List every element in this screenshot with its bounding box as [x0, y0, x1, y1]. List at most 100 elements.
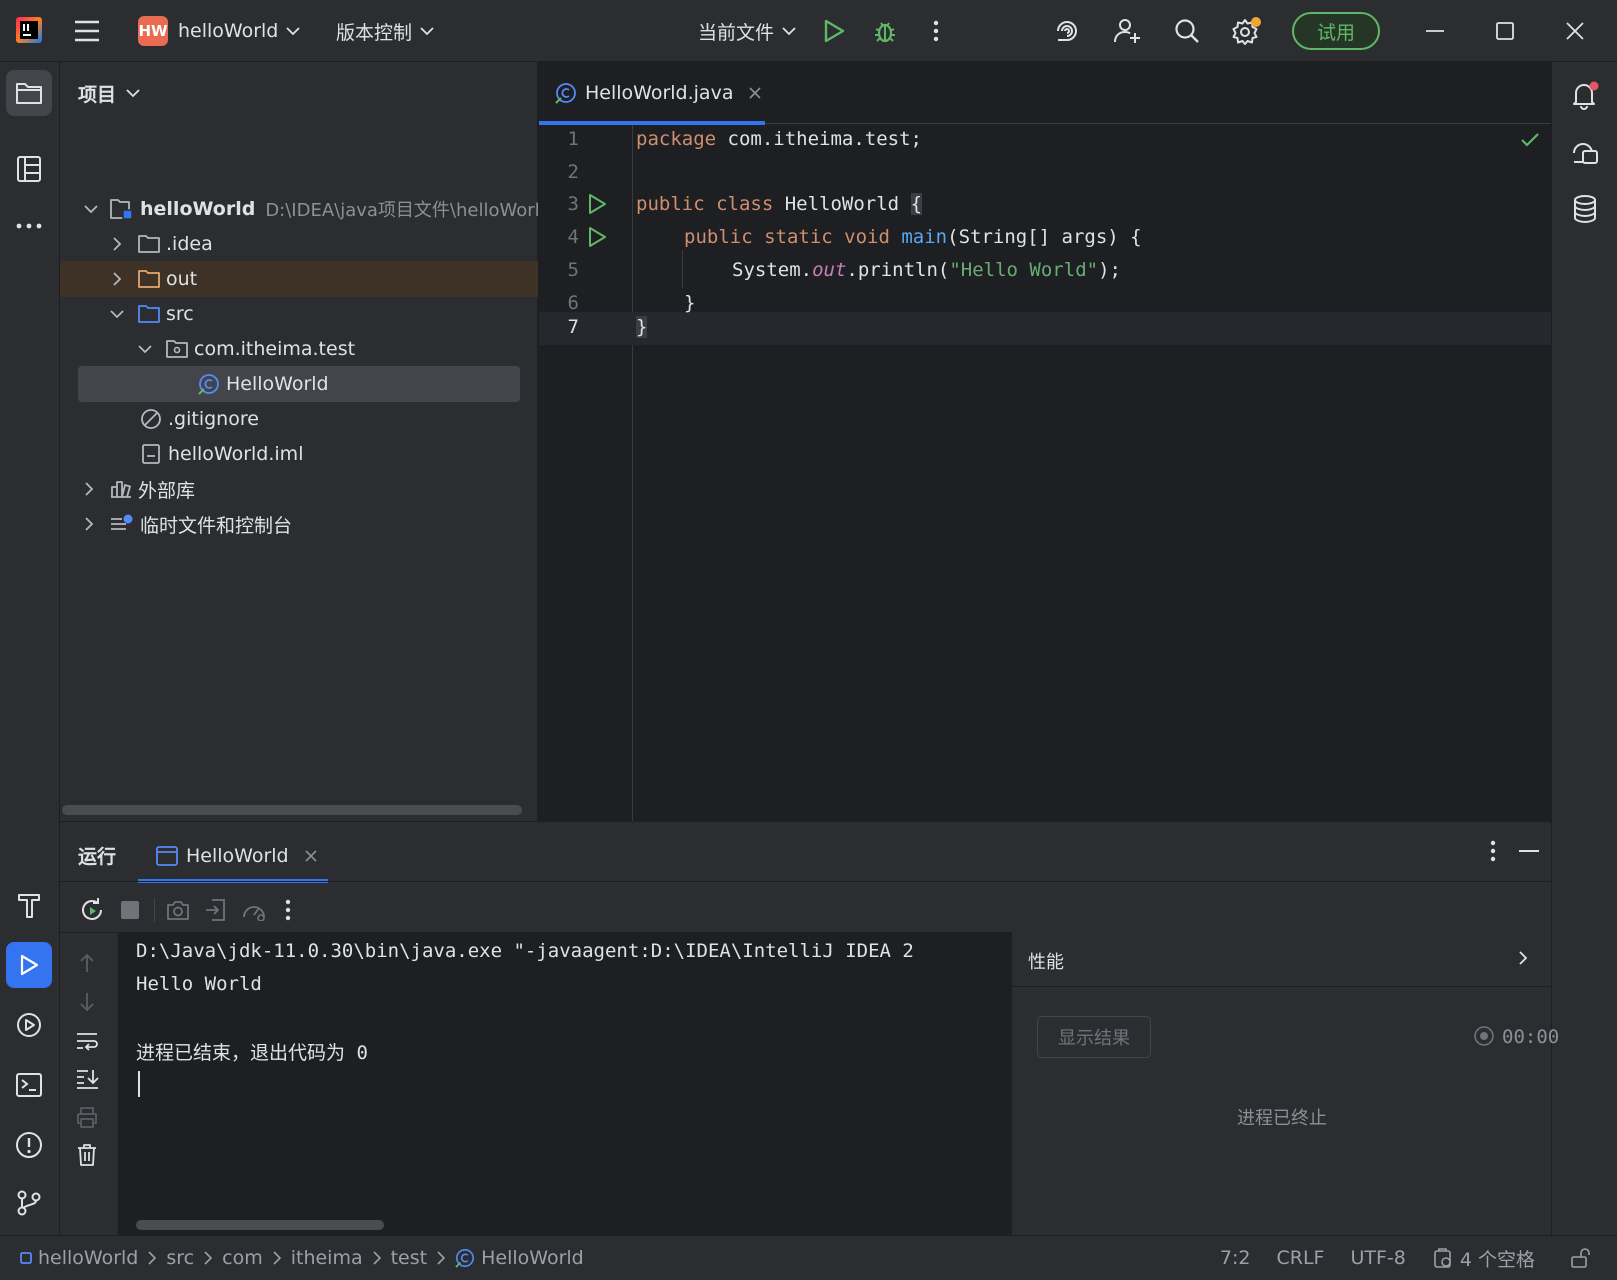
tree-item-package[interactable]: com.itheima.test — [60, 331, 538, 367]
line-ending[interactable]: CRLF — [1276, 1247, 1324, 1269]
print-icon[interactable] — [72, 1102, 102, 1132]
notifications-bell-icon[interactable] — [1562, 72, 1608, 118]
panel-options-icon[interactable] — [1478, 836, 1508, 866]
console-output[interactable]: D:\Java\jdk-11.0.30\bin\java.exe "-javaa… — [118, 932, 1011, 1236]
vcs-menu[interactable]: 版本控制 — [336, 0, 434, 62]
camera-icon[interactable] — [162, 894, 194, 926]
toolbar-separator — [154, 898, 155, 922]
code-text[interactable]: System.out.println("Hello World"); — [732, 259, 1121, 281]
breadcrumb-item[interactable]: HelloWorld — [481, 1247, 584, 1269]
close-window-icon[interactable] — [1558, 17, 1592, 45]
arrow-up-icon[interactable] — [72, 948, 102, 978]
tree-item-gitignore[interactable]: .gitignore — [60, 401, 538, 437]
scroll-to-end-icon[interactable] — [72, 1064, 102, 1094]
code-line: 3 public class HelloWorld { — [539, 189, 1551, 222]
tree-item-label: com.itheima.test — [194, 338, 356, 360]
git-branch-icon[interactable] — [6, 1180, 52, 1226]
ai-assistant-icon[interactable] — [1052, 17, 1082, 45]
chevron-right-icon[interactable] — [1518, 950, 1528, 966]
more-tools-icon[interactable] — [6, 206, 52, 246]
more-actions-icon[interactable] — [922, 17, 950, 45]
source-folder-icon — [138, 305, 160, 323]
root-path: D:\IDEA\java项目文件\helloWorld — [265, 200, 552, 221]
console-line: D:\Java\jdk-11.0.30\bin\java.exe "-javaa… — [136, 940, 914, 962]
vcs-menu-label: 版本控制 — [336, 21, 413, 44]
chevron-down-icon — [126, 88, 140, 98]
breadcrumb-item[interactable]: test — [391, 1247, 428, 1269]
tree-item-scratches[interactable]: 临时文件和控制台 — [60, 506, 538, 542]
stop-icon[interactable] — [114, 894, 146, 926]
database-icon[interactable] — [1562, 186, 1608, 232]
services-tool-icon[interactable] — [6, 1002, 52, 1048]
gutter-run-icon[interactable] — [587, 226, 607, 248]
chevron-down-icon[interactable] — [84, 204, 98, 214]
ai-chat-icon[interactable] — [1562, 130, 1608, 176]
breadcrumb-item[interactable]: itheima — [291, 1247, 363, 1269]
more-actions-icon[interactable] — [276, 894, 300, 926]
code-with-me-icon[interactable] — [1112, 16, 1142, 46]
exit-icon[interactable] — [200, 894, 232, 926]
show-results-button[interactable]: 显示结果 — [1037, 1016, 1151, 1058]
close-tab-icon[interactable] — [749, 87, 762, 99]
tree-item-label: .gitignore — [168, 408, 259, 430]
rerun-icon[interactable] — [76, 894, 108, 926]
build-hammer-icon[interactable] — [6, 882, 52, 928]
code-text[interactable]: } — [636, 316, 648, 338]
chevron-right-icon[interactable] — [84, 482, 94, 496]
tree-item-external-libraries[interactable]: 外部库 — [60, 471, 538, 507]
chevron-down-icon[interactable] — [138, 344, 152, 354]
search-icon[interactable] — [1172, 16, 1202, 46]
tree-item-out[interactable]: out — [60, 261, 538, 297]
lock-icon[interactable] — [1569, 1247, 1591, 1269]
code-text[interactable]: public class HelloWorld { — [636, 193, 923, 215]
profiler-gauge-icon[interactable] — [238, 894, 270, 926]
run-tab-helloworld[interactable]: HelloWorld — [138, 830, 328, 883]
project-switcher[interactable]: HW helloWorld — [138, 0, 301, 62]
minimize-window-icon[interactable] — [1418, 17, 1452, 45]
caret-position[interactable]: 7:2 — [1220, 1247, 1251, 1269]
intellij-logo-icon[interactable] — [16, 17, 42, 43]
chevron-right-icon[interactable] — [112, 272, 122, 286]
breadcrumb-item[interactable]: src — [166, 1247, 194, 1269]
code-text[interactable]: } — [684, 292, 695, 314]
tree-item-iml[interactable]: helloWorld.iml — [60, 436, 538, 472]
tree-item-idea[interactable]: .idea — [60, 226, 538, 262]
run-tool-icon[interactable] — [6, 942, 52, 988]
chevron-right-icon[interactable] — [112, 237, 122, 251]
breadcrumb-item[interactable]: helloWorld — [38, 1247, 138, 1269]
settings-gear-icon[interactable] — [1230, 15, 1262, 47]
minimize-panel-icon[interactable] — [1512, 836, 1546, 866]
tree-item-root[interactable]: helloWorld D:\IDEA\java项目文件\helloWorld — [60, 191, 551, 227]
terminal-tool-icon[interactable] — [6, 1062, 52, 1108]
trial-button[interactable]: 试用 — [1292, 12, 1380, 50]
project-tool-icon[interactable] — [6, 70, 52, 116]
tree-item-src[interactable]: src — [60, 296, 538, 332]
main-menu-icon[interactable] — [72, 17, 102, 45]
process-status: 进程已终止 — [1237, 1108, 1327, 1129]
breadcrumb-item[interactable]: com — [222, 1247, 263, 1269]
maximize-window-icon[interactable] — [1488, 17, 1522, 45]
structure-tool-icon[interactable] — [6, 146, 52, 192]
gutter-run-icon[interactable] — [587, 193, 607, 215]
code-text[interactable]: public static void main(String[] args) { — [684, 226, 1142, 248]
chevron-down-icon[interactable] — [110, 309, 124, 319]
run-icon[interactable] — [820, 17, 848, 45]
ignore-file-icon — [140, 408, 162, 430]
close-tab-icon[interactable] — [305, 850, 317, 862]
tree-item-helloworld[interactable]: HelloWorld — [60, 366, 538, 402]
trash-icon[interactable] — [72, 1140, 102, 1170]
arrow-down-icon[interactable] — [72, 987, 102, 1017]
file-encoding[interactable]: UTF-8 — [1350, 1247, 1405, 1269]
editor-tab-helloworld[interactable]: HelloWorld.java — [539, 62, 765, 125]
project-horizontal-scrollbar[interactable] — [62, 805, 522, 815]
debug-icon[interactable] — [870, 17, 900, 45]
code-text[interactable]: package com.itheima.test; — [636, 128, 922, 150]
indent-icon — [1432, 1247, 1454, 1269]
run-config-selector[interactable]: 当前文件 — [698, 0, 796, 62]
chevron-right-icon[interactable] — [84, 517, 94, 531]
indent-settings[interactable]: 4 个空格 — [1432, 1245, 1535, 1272]
project-panel-header[interactable]: 项目 — [78, 78, 140, 108]
console-horizontal-scrollbar[interactable] — [136, 1220, 384, 1230]
soft-wrap-icon[interactable] — [72, 1026, 102, 1056]
problems-tool-icon[interactable] — [6, 1122, 52, 1168]
